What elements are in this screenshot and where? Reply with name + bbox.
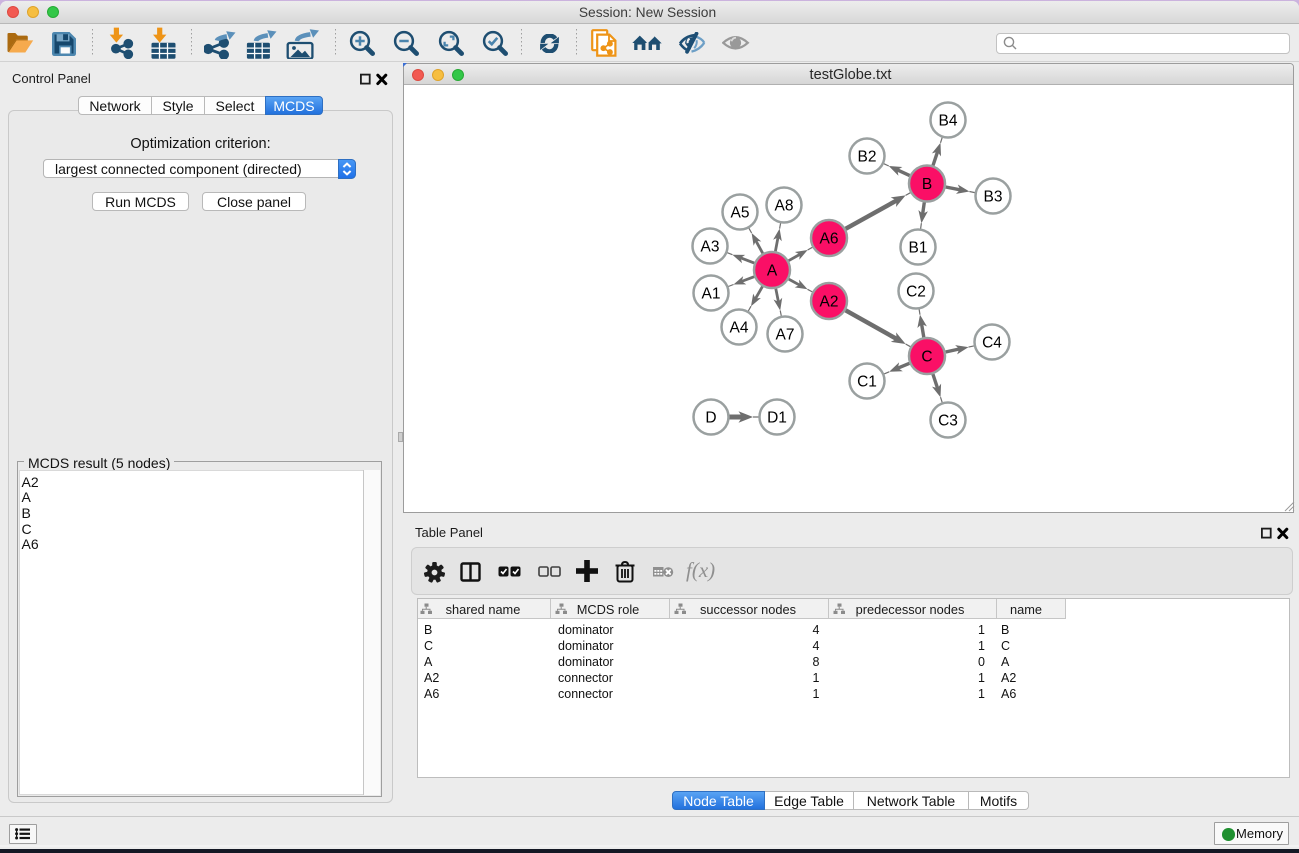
svg-text:C2: C2 [906,284,926,301]
svg-text:B4: B4 [939,113,958,130]
svg-text:B2: B2 [858,149,877,166]
svg-text:A5: A5 [731,205,750,222]
svg-text:A3: A3 [701,239,720,256]
svg-text:C3: C3 [938,413,958,430]
svg-text:A4: A4 [730,320,749,337]
svg-text:B1: B1 [909,240,928,257]
svg-text:B3: B3 [984,189,1003,206]
svg-text:C: C [921,349,932,366]
svg-text:B: B [922,176,932,193]
svg-text:C1: C1 [857,374,877,391]
svg-text:A7: A7 [776,327,795,344]
svg-text:A2: A2 [820,294,839,311]
svg-text:A: A [767,263,778,280]
svg-text:D: D [705,410,716,427]
svg-text:A6: A6 [820,231,839,248]
svg-text:D1: D1 [767,410,787,427]
svg-text:A1: A1 [702,286,721,303]
svg-text:C4: C4 [982,335,1002,352]
svg-text:A8: A8 [775,198,794,215]
